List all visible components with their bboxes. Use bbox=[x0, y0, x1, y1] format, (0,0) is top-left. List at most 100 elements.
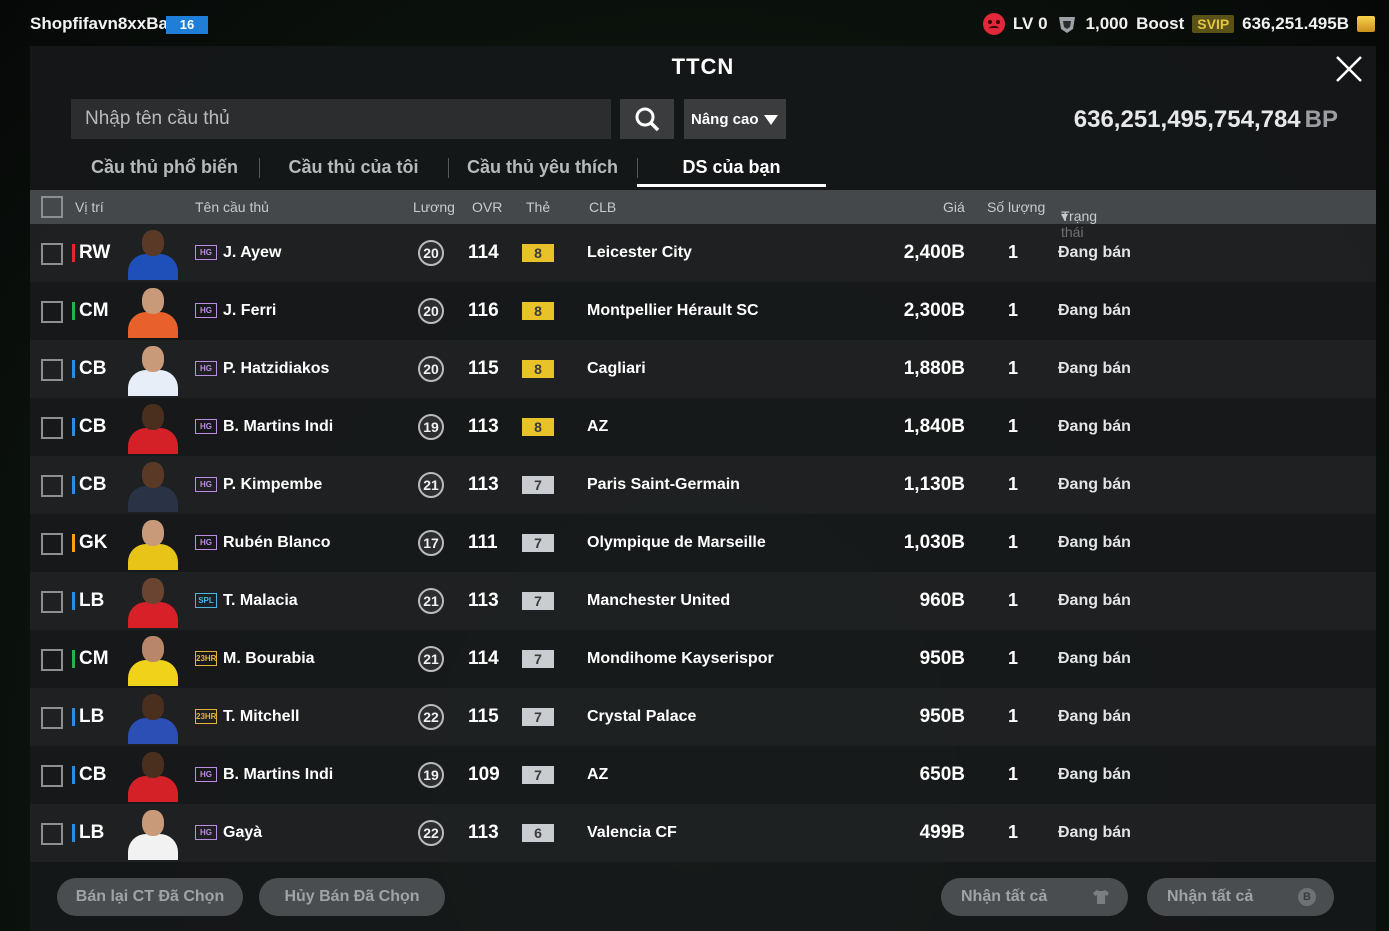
player-quantity: 1 bbox=[1008, 242, 1019, 262]
season-badge: HG bbox=[195, 767, 217, 782]
season-badge: HG bbox=[195, 419, 217, 434]
player-name[interactable]: B. Martins Indi bbox=[223, 418, 333, 436]
row-checkbox[interactable] bbox=[41, 301, 63, 323]
upgrade-level-badge: 8 bbox=[522, 302, 554, 320]
tab-popular-players[interactable]: Cầu thủ phổ biến bbox=[70, 146, 259, 186]
player-price: 950B bbox=[919, 706, 965, 727]
player-name[interactable]: J. Ayew bbox=[223, 244, 281, 262]
player-name[interactable]: Gayà bbox=[223, 824, 262, 842]
col-wage[interactable]: Lương bbox=[413, 199, 455, 215]
currency-value: 636,251.495B bbox=[1242, 14, 1349, 33]
player-avatar[interactable] bbox=[126, 634, 180, 686]
col-ovr[interactable]: OVR bbox=[472, 199, 502, 215]
position-color-bar bbox=[72, 824, 75, 842]
table-row[interactable]: RW HG J. Ayew 20 114 8 Leicester City 2,400B 1 Đa… bbox=[30, 224, 1376, 282]
player-avatar[interactable] bbox=[126, 750, 180, 802]
tab-my-players[interactable]: Cầu thủ của tôi bbox=[259, 146, 448, 186]
row-checkbox[interactable] bbox=[41, 359, 63, 381]
player-name[interactable]: B. Martins Indi bbox=[223, 766, 333, 784]
player-name[interactable]: T. Mitchell bbox=[223, 708, 299, 726]
player-name[interactable]: T. Malacia bbox=[223, 592, 298, 610]
position-color-bar bbox=[72, 708, 75, 726]
player-avatar[interactable] bbox=[126, 460, 180, 512]
player-avatar[interactable] bbox=[126, 228, 180, 280]
player-price: 960B bbox=[919, 590, 965, 611]
player-position: RW bbox=[79, 242, 111, 263]
table-row[interactable]: CM 23HR M. Bourabia 21 114 7 Mondihome Kayseri… bbox=[30, 630, 1376, 688]
player-name[interactable]: Rubén Blanco bbox=[223, 534, 331, 552]
bp-coin-icon: B bbox=[1298, 888, 1316, 906]
row-checkbox[interactable] bbox=[41, 475, 63, 497]
listing-status: Đang bán bbox=[1058, 592, 1131, 609]
col-name[interactable]: Tên cầu thủ bbox=[195, 199, 269, 215]
search-button[interactable] bbox=[620, 99, 674, 139]
search-input[interactable] bbox=[71, 99, 611, 139]
shirt-icon bbox=[1093, 890, 1109, 904]
table-row[interactable]: CB HG P. Hatzidiakos 20 115 8 Cagliari 1,880B 1 Đ… bbox=[30, 340, 1376, 398]
claim-all-bp-button[interactable]: Nhận tất cả B bbox=[1147, 878, 1334, 916]
position-color-bar bbox=[72, 244, 75, 262]
resell-selected-button[interactable]: Bán lại CT Đã Chọn bbox=[57, 878, 243, 916]
table-row[interactable]: CB HG B. Martins Indi 19 113 8 AZ 1,840B 1 Đang b… bbox=[30, 398, 1376, 456]
row-checkbox[interactable] bbox=[41, 649, 63, 671]
player-avatar[interactable] bbox=[126, 344, 180, 396]
col-price[interactable]: Giá bbox=[943, 199, 965, 215]
player-avatar[interactable] bbox=[126, 692, 180, 744]
col-card[interactable]: Thẻ bbox=[526, 199, 550, 215]
player-price: 499B bbox=[919, 822, 965, 843]
top-status-bar: Shopfifavn8xxBay 16 LV 0 1,000 Boost SVI… bbox=[0, 0, 1389, 46]
svip-tag[interactable]: SVIP bbox=[1192, 15, 1235, 33]
tab-favorite-players[interactable]: Cầu thủ yêu thích bbox=[448, 146, 637, 186]
player-avatar[interactable] bbox=[126, 808, 180, 860]
table-row[interactable]: CB HG B. Martins Indi 19 109 7 AZ 650B 1 Đang bán bbox=[30, 746, 1376, 804]
advanced-filter-dropdown[interactable]: Nâng cao bbox=[684, 99, 786, 139]
player-name[interactable]: P. Hatzidiakos bbox=[223, 360, 329, 378]
boost-label[interactable]: Boost bbox=[1136, 14, 1184, 34]
player-position: LB bbox=[79, 822, 105, 843]
upgrade-level-badge: 7 bbox=[522, 766, 554, 784]
row-checkbox[interactable] bbox=[41, 823, 63, 845]
row-checkbox[interactable] bbox=[41, 243, 63, 265]
col-club[interactable]: CLB bbox=[589, 199, 616, 215]
table-row[interactable]: GK HG Rubén Blanco 17 111 7 Olympique de Marse… bbox=[30, 514, 1376, 572]
table-row[interactable]: LB HG Gayà 22 113 6 Valencia CF 499B 1 Đang bán bbox=[30, 804, 1376, 862]
player-wage: 21 bbox=[418, 646, 444, 672]
row-checkbox[interactable] bbox=[41, 765, 63, 787]
player-name[interactable]: M. Bourabia bbox=[223, 650, 315, 668]
player-price: 1,880B bbox=[903, 358, 965, 379]
tab-your-list[interactable]: DS của bạn bbox=[637, 146, 826, 187]
close-icon[interactable] bbox=[1334, 54, 1364, 84]
col-position[interactable]: Vị trí bbox=[75, 199, 104, 215]
player-club: Paris Saint-Germain bbox=[587, 476, 740, 493]
tab-bar: Cầu thủ phổ biến Cầu thủ của tôi Cầu thủ… bbox=[70, 146, 826, 188]
select-all-checkbox[interactable] bbox=[41, 196, 63, 218]
player-club: Mondihome Kayserispor bbox=[587, 650, 774, 667]
cancel-selected-button[interactable]: Hủy Bán Đã Chọn bbox=[259, 878, 445, 916]
season-badge: HG bbox=[195, 477, 217, 492]
row-checkbox[interactable] bbox=[41, 533, 63, 555]
player-ovr: 115 bbox=[468, 358, 499, 379]
upgrade-level-badge: 8 bbox=[522, 244, 554, 262]
player-avatar[interactable] bbox=[126, 576, 180, 628]
player-avatar[interactable] bbox=[126, 286, 180, 338]
table-row[interactable]: LB 23HR T. Mitchell 22 115 7 Crystal Palace 950… bbox=[30, 688, 1376, 746]
col-quantity[interactable]: Số lượng bbox=[987, 199, 1045, 215]
player-position: GK bbox=[79, 532, 108, 553]
season-badge: SPL bbox=[195, 593, 217, 608]
table-row[interactable]: LB SPL T. Malacia 21 113 7 Manchester United 96… bbox=[30, 572, 1376, 630]
player-name[interactable]: J. Ferri bbox=[223, 302, 276, 320]
player-avatar[interactable] bbox=[126, 402, 180, 454]
table-row[interactable]: CB HG P. Kimpembe 21 113 7 Paris Saint-Germain… bbox=[30, 456, 1376, 514]
player-price: 2,400B bbox=[903, 242, 965, 263]
row-checkbox[interactable] bbox=[41, 707, 63, 729]
player-avatar[interactable] bbox=[126, 518, 180, 570]
table-row[interactable]: CM HG J. Ferri 20 116 8 Montpellier Hérault SC… bbox=[30, 282, 1376, 340]
claim-all-players-button[interactable]: Nhận tất cả bbox=[941, 878, 1128, 916]
row-checkbox[interactable] bbox=[41, 591, 63, 613]
row-checkbox[interactable] bbox=[41, 417, 63, 439]
player-name[interactable]: P. Kimpembe bbox=[223, 476, 322, 494]
player-position: LB bbox=[79, 590, 105, 611]
listing-status: Đang bán bbox=[1058, 476, 1131, 493]
player-club: Crystal Palace bbox=[587, 708, 697, 725]
player-wage: 19 bbox=[418, 414, 444, 440]
